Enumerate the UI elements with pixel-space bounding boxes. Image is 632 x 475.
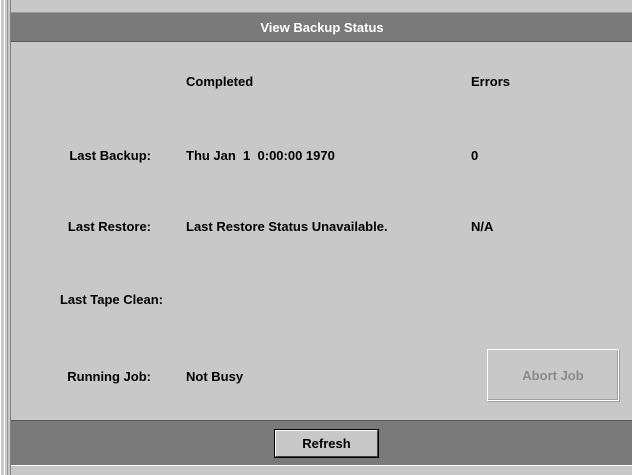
window-title: View Backup Status	[11, 12, 632, 42]
window-bottom-border	[11, 465, 632, 475]
last-restore-label: Last Restore:	[67, 219, 151, 234]
last-restore-completed: Last Restore Status Unavailable.	[186, 219, 388, 234]
abort-job-button[interactable]: Abort Job	[487, 349, 619, 401]
errors-column-header: Errors	[471, 74, 511, 89]
completed-column-header: Completed	[186, 74, 254, 89]
status-panel: Completed Errors Last Backup: Thu Jan 1 …	[11, 42, 632, 420]
window-border	[1, 0, 11, 475]
last-backup-errors: 0	[471, 148, 479, 163]
last-restore-errors: N/A	[471, 219, 494, 234]
last-backup-completed: Thu Jan 1 0:00:00 1970	[186, 148, 335, 163]
running-job-label: Running Job:	[67, 369, 151, 384]
last-backup-label: Last Backup:	[69, 148, 151, 163]
running-job-status: Not Busy	[186, 369, 244, 384]
backup-status-window: View Backup Status Completed Errors Last…	[0, 0, 632, 475]
button-bar: Refresh	[11, 420, 632, 465]
last-tape-clean-label: Last Tape Clean:	[59, 292, 163, 307]
refresh-button[interactable]: Refresh	[274, 429, 379, 458]
